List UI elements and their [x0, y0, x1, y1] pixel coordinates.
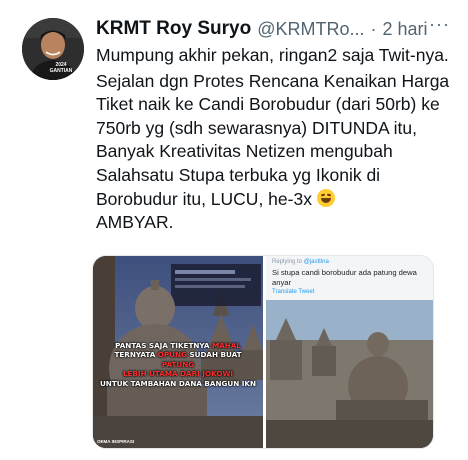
caption-highlight: PATUNG: [161, 359, 195, 369]
author-handle[interactable]: @KRMTRo...: [257, 19, 364, 40]
caption-text: UNTUK TAMBAHAN DANA BANGUN IKN: [99, 378, 257, 388]
screenshot-tweet-text: Si stupa candi borobudur ada patung dewa…: [272, 268, 417, 287]
tweet-paragraph: Sejalan dgn Protes Rencana Kenaikan Harg…: [96, 70, 456, 235]
image-watermark: OEMA INSPIRASI: [97, 439, 135, 444]
author-avatar[interactable]: 2024 GANTIAN: [22, 18, 84, 80]
caption-text: TERNYATA: [114, 350, 156, 360]
caption-highlight: LEBIH UTAMA DARI JOKOWI: [122, 369, 234, 379]
reply-context: Replying to @jasttina: [272, 259, 329, 265]
translate-tweet-link: Translate Tweet: [272, 289, 315, 295]
tweet-media-grid: PANTAS SAJA TIKETNYA MAHAL TERNYATA OPUN…: [92, 255, 434, 449]
borobudur-photo: [266, 300, 433, 448]
reply-handle: @jasttina: [303, 259, 329, 265]
reply-prefix: Replying to: [272, 259, 303, 265]
tweet[interactable]: 2024 GANTIAN KRMT Roy Suryo @KRMTRo... ·…: [0, 0, 468, 460]
caption-highlight: OPUNG: [157, 350, 187, 360]
tweet-text: Mumpung akhir pekan, ringan2 saja Twit-n…: [96, 44, 456, 235]
separator-dot: ·: [370, 18, 377, 39]
laughing-emoji-icon: [316, 188, 335, 207]
caption-text: PANTAS SAJA TIKETNYA: [115, 341, 210, 350]
caption-highlight: MAHAL: [211, 341, 241, 350]
media-image-tweet-screenshot[interactable]: Replying to @jasttina Si stupa candi bor…: [266, 256, 433, 448]
avatar-badge: 2024 GANTIAN: [49, 62, 73, 74]
meme-caption: PANTAS SAJA TIKETNYA MAHAL TERNYATA OPUN…: [99, 341, 257, 388]
author-name[interactable]: KRMT Roy Suryo: [96, 18, 251, 40]
tweet-paragraph: Mumpung akhir pekan, ringan2 saja Twit-n…: [96, 45, 449, 65]
media-image-borobudur-meme[interactable]: PANTAS SAJA TIKETNYA MAHAL TERNYATA OPUN…: [93, 256, 263, 448]
tweet-paragraph-end: AMBYAR.: [96, 212, 174, 233]
tweet-header: KRMT Roy Suryo @KRMTRo... · 2 hari ···: [96, 14, 456, 42]
more-options-icon[interactable]: ···: [429, 14, 450, 35]
timestamp[interactable]: 2 hari: [382, 19, 427, 40]
caption-text: SUDAH BUAT: [189, 350, 242, 360]
tweet-paragraph-text: Sejalan dgn Protes Rencana Kenaikan Harg…: [96, 70, 450, 209]
